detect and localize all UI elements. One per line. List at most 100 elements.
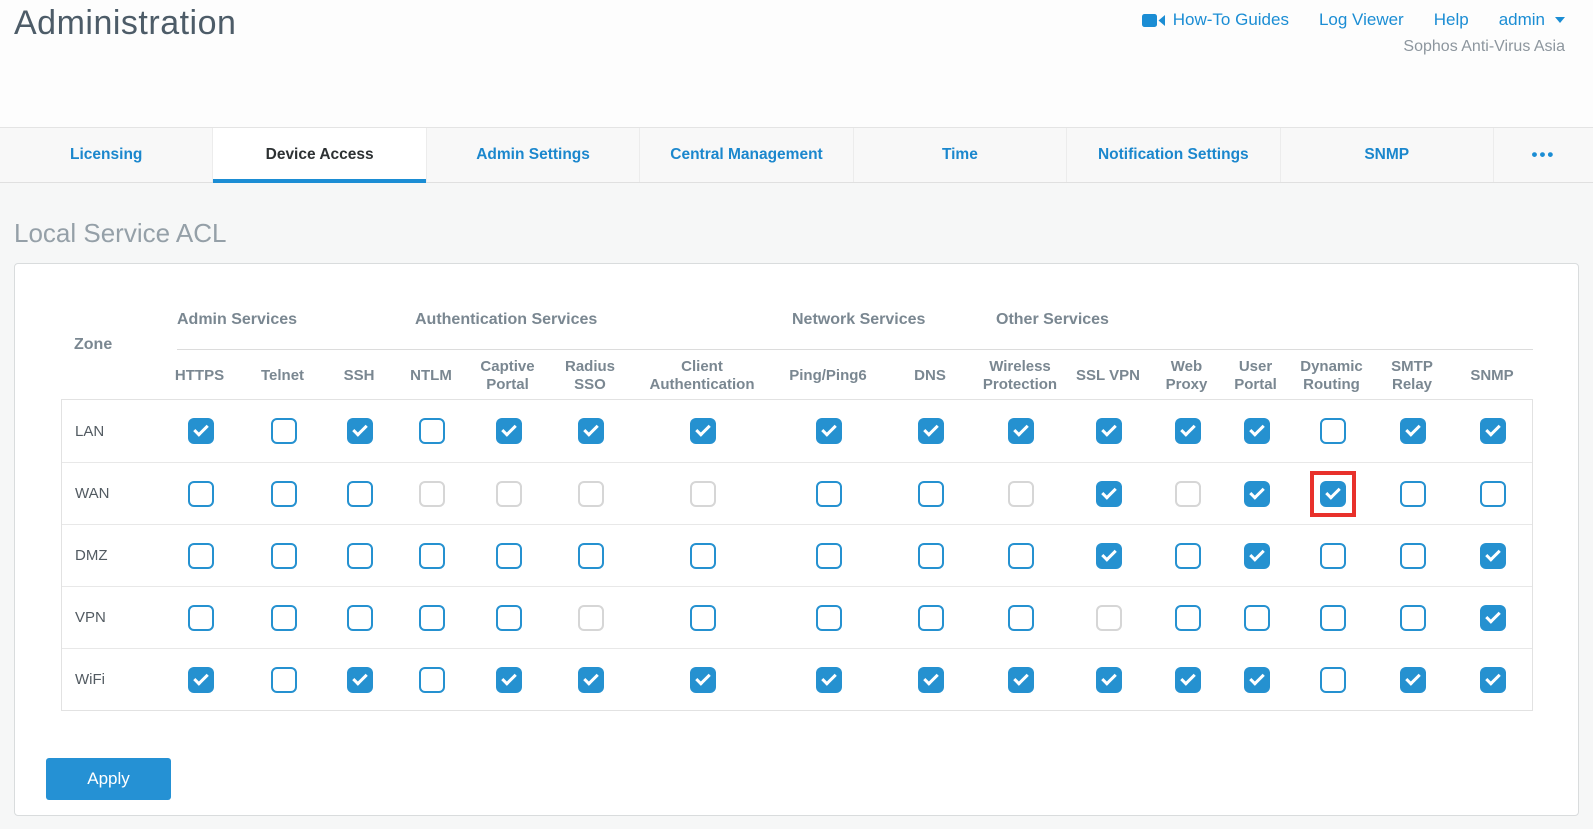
checkbox-dmz-captive-portal[interactable] [496,543,522,569]
checkbox-vpn-client-authentication[interactable] [690,605,716,631]
checkbox-wrap [1234,471,1280,517]
checkbox-wan-user-portal[interactable] [1244,481,1270,507]
checkbox-dmz-ssl-vpn[interactable] [1096,543,1122,569]
checkbox-vpn-user-portal[interactable] [1244,605,1270,631]
checkbox-vpn-dynamic-routing[interactable] [1320,605,1346,631]
checkbox-lan-telnet[interactable] [271,418,297,444]
checkbox-wifi-user-portal[interactable] [1244,667,1270,693]
checkbox-vpn-ntlm[interactable] [419,605,445,631]
checkbox-lan-ssh[interactable] [347,418,373,444]
checkbox-wifi-client-authentication[interactable] [690,667,716,693]
checkbox-wan-ssh[interactable] [347,481,373,507]
log-viewer-link[interactable]: Log Viewer [1319,10,1404,30]
checkbox-wan-telnet[interactable] [271,481,297,507]
tab-time[interactable]: Time [853,128,1066,182]
checkbox-lan-snmp[interactable] [1480,418,1506,444]
acl-cell-wan-captive-portal [468,471,549,517]
checkbox-vpn-ssh[interactable] [347,605,373,631]
tab-licensing[interactable]: Licensing [0,128,212,182]
checkbox-vpn-web-proxy[interactable] [1175,605,1201,631]
checkbox-wrap [1470,657,1516,703]
checkbox-vpn-dns[interactable] [918,605,944,631]
admin-menu[interactable]: admin [1499,10,1565,30]
checkbox-wifi-ntlm[interactable] [419,667,445,693]
tab-admin-settings[interactable]: Admin Settings [426,128,639,182]
checkbox-wifi-dynamic-routing[interactable] [1320,667,1346,693]
tab-notification-settings[interactable]: Notification Settings [1066,128,1279,182]
help-link[interactable]: Help [1434,10,1469,30]
checkbox-lan-captive-portal[interactable] [496,418,522,444]
tab-snmp[interactable]: SNMP [1280,128,1493,182]
checkbox-lan-web-proxy[interactable] [1175,418,1201,444]
checkbox-lan-dynamic-routing[interactable] [1320,418,1346,444]
checkbox-vpn-wireless-protection[interactable] [1008,605,1034,631]
checkbox-wifi-captive-portal[interactable] [496,667,522,693]
checkbox-dmz-web-proxy[interactable] [1175,543,1201,569]
checkbox-lan-user-portal[interactable] [1244,418,1270,444]
acl-cell-lan-wireless-protection [977,408,1065,454]
checkbox-wan-dynamic-routing[interactable] [1320,481,1346,507]
checkbox-dmz-telnet[interactable] [271,543,297,569]
checkbox-lan-radius-sso[interactable] [578,418,604,444]
column-header-ping-ping6: Ping/Ping6 [772,349,884,399]
checkbox-vpn-ping-ping6[interactable] [816,605,842,631]
checkbox-wan-ssl-vpn[interactable] [1096,481,1122,507]
checkbox-wifi-dns[interactable] [918,667,944,693]
checkbox-wrap [908,408,954,454]
checkbox-wrap [1310,657,1356,703]
checkbox-dmz-snmp[interactable] [1480,543,1506,569]
checkbox-lan-smtp-relay[interactable] [1400,418,1426,444]
checkbox-dmz-radius-sso[interactable] [578,543,604,569]
checkbox-wrap [1310,408,1356,454]
column-header-dynamic-routing: Dynamic Routing [1290,349,1373,399]
checkbox-wifi-ssl-vpn[interactable] [1096,667,1122,693]
checkbox-wrap [337,595,383,641]
checkbox-lan-client-authentication[interactable] [690,418,716,444]
checkbox-wrap [1390,595,1436,641]
checkbox-dmz-ssh[interactable] [347,543,373,569]
checkbox-dmz-smtp-relay[interactable] [1400,543,1426,569]
checkbox-wrap [908,657,954,703]
checkbox-dmz-dynamic-routing[interactable] [1320,543,1346,569]
checkbox-vpn-snmp[interactable] [1480,605,1506,631]
checkbox-wan-https[interactable] [188,481,214,507]
checkbox-vpn-ssl-vpn [1096,605,1122,631]
checkbox-wan-dns[interactable] [918,481,944,507]
tabs-more-button[interactable]: ••• [1493,128,1593,182]
checkbox-vpn-captive-portal[interactable] [496,605,522,631]
how-to-guides-link[interactable]: How-To Guides [1142,10,1289,30]
checkbox-wifi-wireless-protection[interactable] [1008,667,1034,693]
checkbox-lan-https[interactable] [188,418,214,444]
checkbox-wifi-ping-ping6[interactable] [816,667,842,693]
acl-cell-vpn-dns [885,595,977,641]
checkbox-dmz-wireless-protection[interactable] [1008,543,1034,569]
checkbox-wifi-smtp-relay[interactable] [1400,667,1426,693]
checkbox-wan-ping-ping6[interactable] [816,481,842,507]
checkbox-dmz-user-portal[interactable] [1244,543,1270,569]
checkbox-lan-ntlm[interactable] [419,418,445,444]
checkbox-wan-smtp-relay[interactable] [1400,481,1426,507]
checkbox-lan-wireless-protection[interactable] [1008,418,1034,444]
checkbox-vpn-telnet[interactable] [271,605,297,631]
checkbox-wifi-telnet[interactable] [271,667,297,693]
checkbox-dmz-ntlm[interactable] [419,543,445,569]
checkbox-dmz-ping-ping6[interactable] [816,543,842,569]
checkbox-dmz-https[interactable] [188,543,214,569]
tab-central-management[interactable]: Central Management [639,128,852,182]
checkbox-wifi-radius-sso[interactable] [578,667,604,693]
checkbox-dmz-dns[interactable] [918,543,944,569]
checkbox-wan-snmp[interactable] [1480,481,1506,507]
checkbox-lan-ssl-vpn[interactable] [1096,418,1122,444]
apply-button[interactable]: Apply [46,758,171,800]
checkbox-lan-dns[interactable] [918,418,944,444]
checkbox-vpn-smtp-relay[interactable] [1400,605,1426,631]
checkbox-wifi-snmp[interactable] [1480,667,1506,693]
checkbox-wifi-https[interactable] [188,667,214,693]
acl-cell-wifi-radius-sso [549,657,633,703]
checkbox-wifi-ssh[interactable] [347,667,373,693]
tab-device-access[interactable]: Device Access [212,128,425,182]
checkbox-wifi-web-proxy[interactable] [1175,667,1201,693]
checkbox-vpn-https[interactable] [188,605,214,631]
checkbox-dmz-client-authentication[interactable] [690,543,716,569]
checkbox-lan-ping-ping6[interactable] [816,418,842,444]
